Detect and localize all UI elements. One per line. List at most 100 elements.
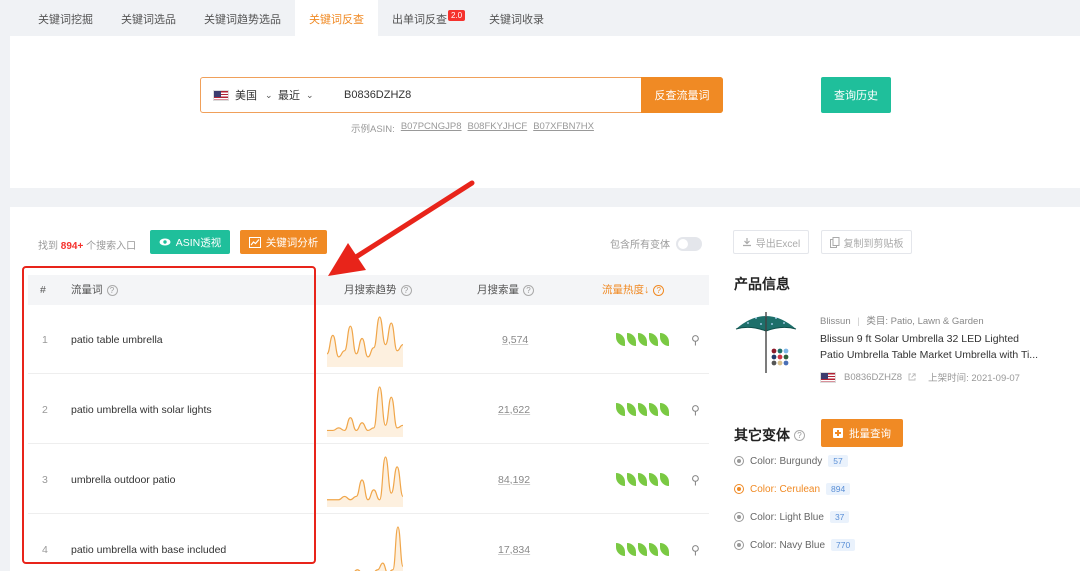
batch-query-button[interactable]: 批量查询 bbox=[821, 419, 903, 447]
other-variants-title: 其它变体 ? bbox=[734, 425, 805, 445]
column-volume[interactable]: 月搜索量? bbox=[477, 275, 534, 305]
search-icon[interactable]: ⚲ bbox=[691, 445, 700, 514]
trend-area bbox=[327, 387, 403, 437]
heat-leaf-icon bbox=[627, 333, 636, 346]
help-icon[interactable]: ? bbox=[653, 284, 665, 296]
found-summary: 找到 894+ 个搜索入口 bbox=[38, 241, 137, 252]
radio-icon bbox=[734, 484, 744, 494]
column-heat[interactable]: 流量热度↓? bbox=[602, 275, 665, 305]
row-index: 2 bbox=[42, 403, 48, 416]
search-volume[interactable]: 21,622 bbox=[498, 375, 530, 444]
variant-option[interactable]: Color: Burgundy 57 bbox=[734, 455, 848, 467]
heat-leaf-icon bbox=[616, 403, 625, 416]
help-icon[interactable]: ? bbox=[794, 429, 805, 441]
query-history-button[interactable]: 查询历史 bbox=[821, 77, 891, 113]
trend-sparkline bbox=[326, 316, 404, 367]
include-variants-toggle[interactable]: 包含所有变体 bbox=[610, 236, 702, 251]
variant-option[interactable]: Color: Cerulean 894 bbox=[734, 483, 851, 495]
us-flag-icon bbox=[213, 89, 229, 101]
tab-keyword-trend-selection[interactable]: 关键词趋势选品 bbox=[190, 0, 295, 36]
export-excel-button[interactable]: 导出Excel bbox=[733, 230, 809, 254]
heat-leaf-icon bbox=[616, 473, 625, 486]
eye-icon bbox=[159, 238, 171, 246]
example-asin-link[interactable]: B07PCNGJP8 bbox=[401, 121, 462, 135]
tab-keyword-indexing[interactable]: 关键词收录 bbox=[475, 0, 558, 36]
version-badge: 2.0 bbox=[448, 10, 466, 21]
reverse-lookup-button[interactable]: 反查流量词 bbox=[641, 77, 723, 113]
heat-leaf-icon bbox=[649, 543, 658, 556]
column-trend: 月搜索趋势? bbox=[344, 275, 412, 305]
heat-leaf-icon bbox=[638, 403, 647, 416]
heat-leaf-icon bbox=[627, 473, 636, 486]
heat-leaf-icon bbox=[638, 473, 647, 486]
tab-keyword-product-selection[interactable]: 关键词选品 bbox=[107, 0, 190, 36]
chevron-down-icon: ⌄ bbox=[306, 89, 314, 100]
product-info-title: 产品信息 bbox=[734, 276, 790, 292]
heat-leaf-icon bbox=[660, 543, 669, 556]
product-image[interactable] bbox=[734, 307, 798, 379]
toggle-switch[interactable] bbox=[676, 236, 702, 251]
variant-option[interactable]: Color: Light Blue 37 bbox=[734, 511, 850, 523]
heat-leaf-icon bbox=[616, 543, 625, 556]
search-icon[interactable]: ⚲ bbox=[691, 375, 700, 444]
batch-icon bbox=[833, 428, 843, 438]
heat-leaf-icon bbox=[649, 403, 658, 416]
heat-rating bbox=[616, 515, 669, 571]
found-count: 894+ bbox=[60, 241, 84, 252]
table-row: 2 patio umbrella with solar lights 21,62… bbox=[28, 375, 709, 444]
keyword-text[interactable]: patio table umbrella bbox=[71, 305, 163, 374]
table-row: 1 patio table umbrella 9,574 ⚲ bbox=[28, 305, 709, 374]
column-keyword: 流量词? bbox=[71, 275, 118, 305]
copy-clipboard-button[interactable]: 复制到剪贴板 bbox=[821, 230, 912, 254]
copy-icon bbox=[829, 236, 839, 248]
heat-rating bbox=[616, 305, 669, 374]
search-icon[interactable]: ⚲ bbox=[691, 515, 700, 571]
keyword-analysis-button[interactable]: 关键词分析 bbox=[240, 230, 327, 254]
heat-leaf-icon bbox=[649, 333, 658, 346]
keyword-text[interactable]: patio umbrella with base included bbox=[71, 515, 226, 571]
radio-icon bbox=[734, 540, 744, 550]
trend-area bbox=[327, 317, 403, 367]
trend-sparkline bbox=[327, 456, 404, 507]
product-title[interactable]: Blissun 9 ft Solar Umbrella 32 LED Light… bbox=[820, 331, 1070, 363]
help-icon[interactable]: ? bbox=[400, 284, 412, 296]
help-icon[interactable]: ? bbox=[106, 284, 118, 296]
search-volume[interactable]: 84,192 bbox=[498, 445, 530, 514]
product-brand-category: Blissun | 类目: Patio, Lawn & Garden bbox=[820, 316, 984, 327]
heat-leaf-icon bbox=[627, 543, 636, 556]
search-volume[interactable]: 9,574 bbox=[502, 305, 528, 374]
heat-leaf-icon bbox=[660, 333, 669, 346]
heat-rating bbox=[616, 445, 669, 514]
example-asins: 示例ASIN: B07PCNGJP8 B08FKYJHCF B07XFBN7HX bbox=[351, 121, 594, 135]
row-index: 3 bbox=[42, 473, 48, 486]
variant-option[interactable]: Color: Navy Blue 770 bbox=[734, 539, 856, 551]
trend-line bbox=[354, 526, 404, 571]
product-meta: B0836DZHZ8 上架时间: 2021-09-07 bbox=[820, 370, 1020, 384]
search-icon[interactable]: ⚲ bbox=[691, 305, 700, 374]
search-box: 美国 ⌄ 最近 ⌄ 反查流量词 bbox=[200, 77, 723, 113]
heat-leaf-icon bbox=[638, 333, 647, 346]
external-link-icon[interactable] bbox=[908, 373, 916, 381]
table-header: # 流量词? 月搜索趋势? 月搜索量? 流量热度↓? bbox=[28, 275, 709, 305]
example-asin-link[interactable]: B07XFBN7HX bbox=[533, 121, 594, 135]
tab-keyword-reverse-lookup[interactable]: 关键词反查 bbox=[295, 0, 378, 36]
trend-area bbox=[355, 527, 403, 571]
keyword-text[interactable]: patio umbrella with solar lights bbox=[71, 375, 212, 444]
heat-leaf-icon bbox=[649, 473, 658, 486]
asin-insight-button[interactable]: ASIN透视 bbox=[150, 230, 230, 254]
trend-sparkline bbox=[354, 526, 404, 571]
keyword-text[interactable]: umbrella outdoor patio bbox=[71, 445, 175, 514]
tab-keyword-mining[interactable]: 关键词挖掘 bbox=[10, 0, 107, 36]
country-select[interactable]: 美国 ⌄ bbox=[201, 87, 276, 103]
search-volume[interactable]: 17,834 bbox=[498, 515, 530, 571]
heat-rating bbox=[616, 375, 669, 444]
period-select[interactable]: 最近 ⌄ bbox=[276, 87, 332, 103]
example-asin-link[interactable]: B08FKYJHCF bbox=[468, 121, 528, 135]
help-icon[interactable]: ? bbox=[523, 284, 534, 296]
trend-sparkline bbox=[326, 386, 404, 437]
table-row: 3 umbrella outdoor patio 84,192 ⚲ bbox=[28, 445, 709, 514]
tab-order-keyword-lookup[interactable]: 出单词反查 2.0 bbox=[378, 0, 466, 36]
column-index: # bbox=[40, 284, 46, 296]
results-panel: 找到 894+ 个搜索入口 ASIN透视 关键词分析 包含所有变体 # 流量词?… bbox=[10, 207, 1080, 571]
radio-icon bbox=[734, 512, 744, 522]
